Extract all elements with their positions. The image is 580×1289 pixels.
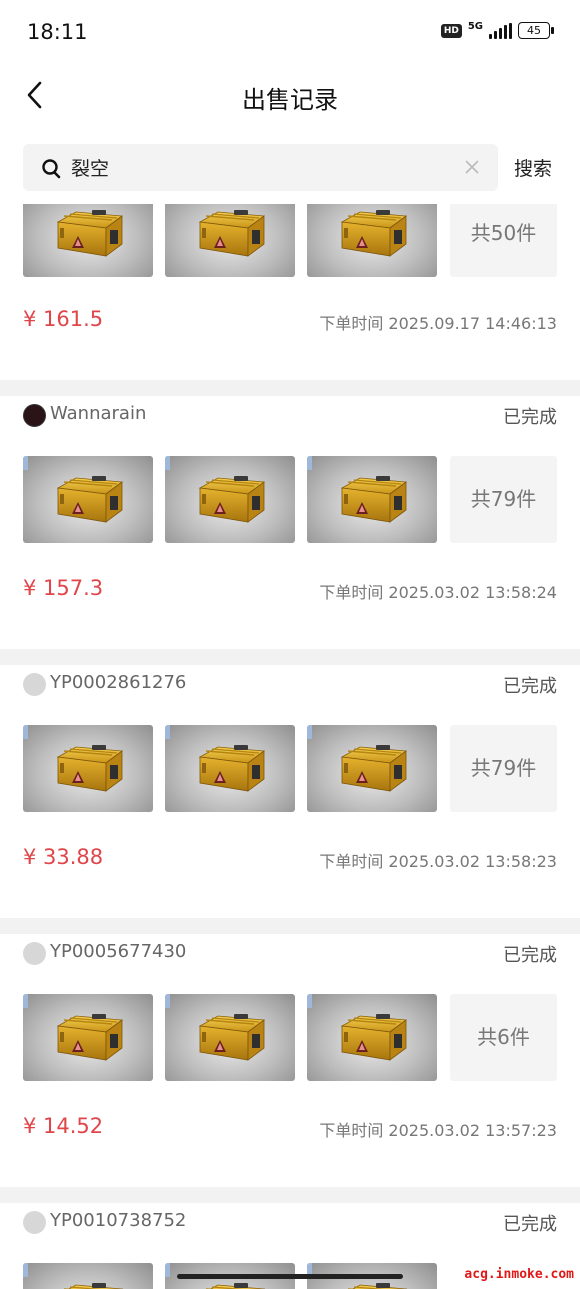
order-card[interactable]: Wannarain 已完成 共79件 ¥ 157.3 下单时间 2025.03.… <box>0 396 580 649</box>
weapon-case-icon <box>340 210 408 257</box>
order-time: 下单时间 2025.03.02 13:58:24 <box>319 583 557 602</box>
network-type: 5G <box>467 20 483 32</box>
username: Wannarain <box>50 403 147 424</box>
weapon-case-icon <box>198 745 266 792</box>
item-thumbnails: 共79件 <box>23 456 557 543</box>
item-count[interactable]: 共79件 <box>450 725 557 812</box>
card-header: YP0005677430 已完成 <box>23 934 557 974</box>
card-header: Wannarain 已完成 <box>23 396 557 436</box>
weapon-case-icon <box>340 1014 408 1061</box>
weapon-case-icon <box>56 745 124 792</box>
corner-mark <box>23 1263 28 1277</box>
order-card[interactable]: YP0005677430 已完成 共6件 ¥ 14.52 下单时间 2025.0… <box>0 934 580 1187</box>
username: YP0005677430 <box>50 941 187 962</box>
divider <box>0 1187 580 1203</box>
search-box[interactable] <box>23 144 498 191</box>
home-indicator[interactable] <box>177 1274 403 1279</box>
divider <box>0 380 580 396</box>
case-image[interactable] <box>307 994 437 1081</box>
case-image[interactable] <box>165 456 295 543</box>
status-badge: 已完成 <box>503 676 557 697</box>
nav-bar: 出售记录 <box>0 64 580 126</box>
avatar <box>23 942 46 965</box>
search-bar: 搜索 <box>0 144 580 192</box>
card-header: YP0002861276 已完成 <box>23 665 557 705</box>
case-image[interactable] <box>23 204 153 277</box>
item-count[interactable]: 共79件 <box>450 456 557 543</box>
avatar <box>23 1211 46 1234</box>
order-price: ¥ 161.5 <box>23 307 104 331</box>
weapon-case-icon <box>56 210 124 257</box>
order-time: 下单时间 2025.03.02 13:57:23 <box>319 1121 557 1140</box>
order-price: ¥ 14.52 <box>23 1114 104 1138</box>
order-price: ¥ 33.88 <box>23 845 104 869</box>
search-button[interactable]: 搜索 <box>514 154 552 181</box>
weapon-case-icon <box>56 1014 124 1061</box>
weapon-case-icon <box>56 476 124 523</box>
case-image[interactable] <box>307 725 437 812</box>
weapon-case-icon <box>198 210 266 257</box>
watermark: acg.inmoke.com <box>464 1267 574 1282</box>
divider <box>0 918 580 934</box>
hd-icon: HD <box>440 23 462 38</box>
status-badge: 已完成 <box>503 1214 557 1235</box>
corner-mark <box>23 994 28 1008</box>
username: YP0002861276 <box>50 672 187 693</box>
weapon-case-icon <box>206 1283 266 1289</box>
status-icons: HD 5G 45 <box>440 20 554 39</box>
case-image[interactable] <box>23 1263 153 1289</box>
status-time: 18:11 <box>27 20 88 44</box>
card-header: YP0010738752 已完成 <box>23 1203 557 1243</box>
corner-mark <box>165 725 170 739</box>
weapon-case-icon <box>198 1014 266 1061</box>
weapon-case-icon <box>340 476 408 523</box>
close-icon[interactable] <box>464 159 480 175</box>
signal-icon <box>489 22 512 39</box>
corner-mark <box>165 1263 170 1277</box>
page-title: 出售记录 <box>242 86 338 114</box>
corner-mark <box>307 725 312 739</box>
order-price: ¥ 157.3 <box>23 576 104 600</box>
item-count[interactable]: 共50件 <box>450 204 557 277</box>
case-image[interactable] <box>307 456 437 543</box>
weapon-case-icon <box>198 476 266 523</box>
search-icon <box>42 159 61 179</box>
case-image[interactable] <box>165 994 295 1081</box>
item-count[interactable]: 共6件 <box>450 994 557 1081</box>
case-image[interactable] <box>23 725 153 812</box>
username: YP0010738752 <box>50 1210 187 1231</box>
case-image[interactable] <box>165 204 295 277</box>
case-image[interactable] <box>165 725 295 812</box>
search-input[interactable] <box>71 144 451 191</box>
item-thumbnails: 共79件 <box>23 725 557 812</box>
weapon-case-icon <box>348 1283 408 1289</box>
corner-mark <box>23 456 28 470</box>
status-bar: 18:11 HD 5G 45 <box>0 0 580 64</box>
corner-mark <box>165 456 170 470</box>
order-card[interactable]: 共50件 ¥ 161.5 下单时间 2025.09.17 14:46:13 <box>0 204 580 380</box>
order-list[interactable]: 共50件 ¥ 161.5 下单时间 2025.09.17 14:46:13 Wa… <box>0 204 580 1289</box>
status-badge: 已完成 <box>503 945 557 966</box>
corner-mark <box>307 456 312 470</box>
item-thumbnails: 共6件 <box>23 994 557 1081</box>
battery-icon: 45 <box>518 22 554 39</box>
order-time: 下单时间 2025.09.17 14:46:13 <box>319 314 557 333</box>
case-image[interactable] <box>307 204 437 277</box>
order-time: 下单时间 2025.03.02 13:58:23 <box>319 852 557 871</box>
order-card[interactable]: YP0002861276 已完成 共79件 ¥ 33.88 下单时间 2025.… <box>0 665 580 918</box>
avatar <box>23 673 46 696</box>
divider <box>0 649 580 665</box>
case-image[interactable] <box>23 994 153 1081</box>
weapon-case-icon <box>64 1283 124 1289</box>
avatar <box>23 404 46 427</box>
corner-mark <box>23 725 28 739</box>
weapon-case-icon <box>340 745 408 792</box>
item-thumbnails: 共50件 <box>23 204 557 277</box>
case-image[interactable] <box>23 456 153 543</box>
corner-mark <box>165 994 170 1008</box>
corner-mark <box>307 994 312 1008</box>
status-badge: 已完成 <box>503 407 557 428</box>
